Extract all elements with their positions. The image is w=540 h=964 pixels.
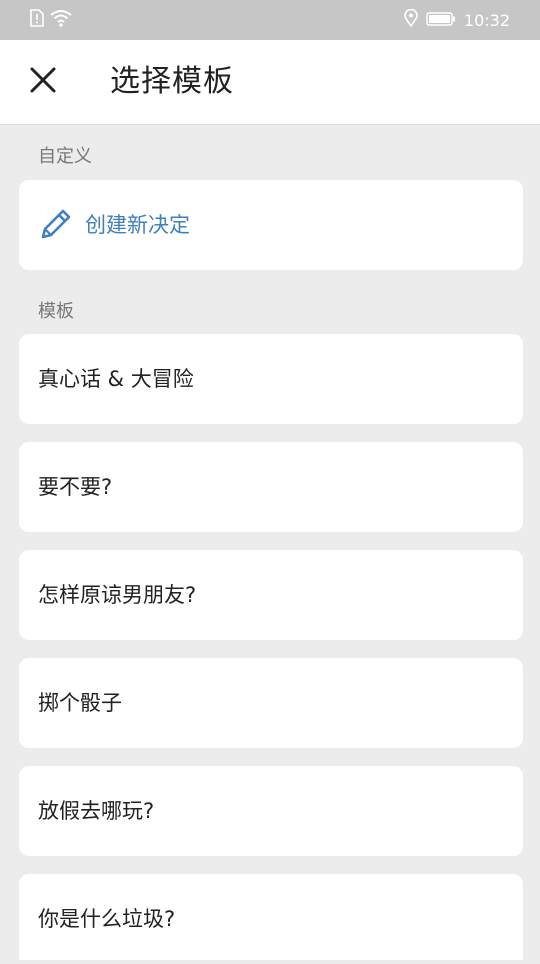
template-item-label: 你是什么垃圾? bbox=[38, 907, 176, 931]
template-item[interactable]: 怎样原谅男朋友? bbox=[19, 550, 523, 640]
template-item[interactable]: 掷个骰子 bbox=[19, 658, 523, 748]
template-item[interactable]: 你是什么垃圾? bbox=[19, 874, 523, 960]
template-item-label: 放假去哪玩? bbox=[38, 799, 155, 823]
template-item[interactable]: 真心话 & 大冒险 bbox=[19, 334, 523, 424]
app-bar: 选择模板 bbox=[0, 40, 540, 125]
template-item-label: 要不要? bbox=[38, 475, 113, 499]
section-label-templates: 模板 bbox=[38, 301, 74, 322]
close-button[interactable] bbox=[22, 60, 64, 104]
template-item-label: 真心话 & 大冒险 bbox=[38, 367, 194, 391]
wifi-icon bbox=[50, 9, 72, 31]
close-icon bbox=[29, 66, 57, 98]
status-left bbox=[30, 9, 72, 31]
status-time: 10:32 bbox=[463, 10, 510, 30]
page-title: 选择模板 bbox=[110, 64, 234, 99]
create-new-decision-button[interactable]: 创建新决定 bbox=[19, 180, 523, 270]
template-item-label: 怎样原谅男朋友? bbox=[38, 583, 197, 607]
status-right: 10:32 bbox=[404, 8, 510, 31]
sim-alert-icon bbox=[30, 9, 44, 31]
status-bar: 10:32 bbox=[0, 0, 540, 40]
section-label-custom: 自定义 bbox=[38, 146, 92, 167]
location-icon bbox=[404, 8, 418, 31]
create-new-decision-label: 创建新决定 bbox=[85, 213, 190, 237]
template-item[interactable]: 放假去哪玩? bbox=[19, 766, 523, 856]
battery-icon bbox=[426, 11, 456, 30]
template-item[interactable]: 要不要? bbox=[19, 442, 523, 532]
pencil-icon bbox=[37, 207, 73, 243]
template-item-label: 掷个骰子 bbox=[38, 691, 122, 715]
